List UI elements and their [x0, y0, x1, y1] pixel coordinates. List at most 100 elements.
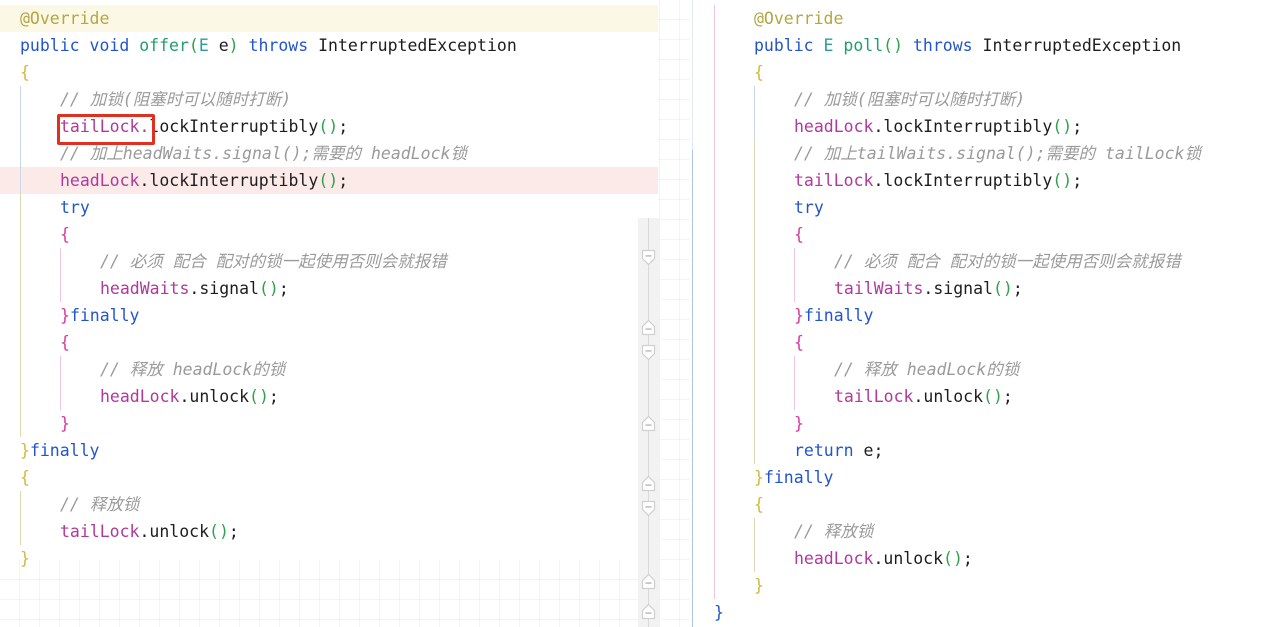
code-token: { — [754, 495, 764, 514]
code-token: finally — [763, 468, 834, 487]
code-token: . — [873, 117, 884, 136]
code-line-text: { — [0, 464, 658, 491]
fold-collapse-up-icon[interactable] — [638, 573, 659, 590]
code-line[interactable]: return e; — [690, 437, 1275, 464]
code-line-text: // 释放 headLock的锁 — [0, 356, 658, 383]
code-line[interactable]: tailLock.unlock(); — [0, 518, 658, 545]
code-token: } — [20, 549, 30, 568]
code-line[interactable]: // 加上headWaits.signal();需要的 headLock锁 — [0, 140, 658, 167]
code-line-text: { — [690, 491, 1275, 518]
code-line[interactable]: // 释放 headLock的锁 — [690, 356, 1275, 383]
fold-collapse-up-icon[interactable] — [638, 415, 659, 432]
code-line[interactable]: }finally — [0, 437, 658, 464]
code-line[interactable]: headLock.unlock(); — [690, 545, 1275, 572]
code-token: ; — [1012, 279, 1023, 298]
code-line-text: @Override — [0, 5, 658, 32]
code-token: lockInterruptibly — [149, 171, 319, 190]
code-line-text: { — [690, 221, 1275, 248]
code-line[interactable]: { — [690, 329, 1275, 356]
code-line[interactable]: headLock.lockInterruptibly(); — [0, 167, 658, 194]
code-line[interactable]: // 释放 headLock的锁 — [0, 356, 658, 383]
code-line-text: // 释放锁 — [0, 491, 658, 518]
code-token: e — [218, 36, 229, 55]
code-line[interactable]: } — [690, 410, 1275, 437]
code-token: } — [714, 603, 724, 622]
fold-collapse-up-icon[interactable] — [638, 319, 659, 336]
code-line-text: return e; — [690, 437, 1275, 464]
code-line[interactable]: }finally — [690, 464, 1275, 491]
fold-collapse-down-icon[interactable] — [638, 344, 659, 361]
right-pane-edge-rule — [692, 150, 693, 627]
code-line[interactable]: headLock.unlock(); — [0, 383, 658, 410]
code-token: ; — [962, 549, 973, 568]
code-line[interactable]: // 必须 配合 配对的锁一起使用否则会就报错 — [0, 248, 658, 275]
code-line[interactable]: tailLock.unlock(); — [690, 383, 1275, 410]
code-token: ( — [209, 522, 219, 541]
code-line[interactable]: @Override — [690, 5, 1275, 32]
code-token: ; — [228, 522, 239, 541]
code-line[interactable]: tailLock.lockInterruptibly(); — [690, 167, 1275, 194]
code-token: ( — [1052, 117, 1063, 136]
code-line-text: headLock.unlock(); — [0, 383, 658, 410]
code-line[interactable]: tailLock.lockInterruptibly(); — [0, 113, 658, 140]
code-line[interactable]: } — [690, 599, 1275, 626]
code-token: // 加锁(阻塞时可以随时打断) — [794, 90, 1026, 109]
code-token: lockInterruptibly — [883, 171, 1053, 190]
code-token: . — [189, 279, 200, 298]
code-token: ; — [338, 117, 349, 136]
code-line-text: // 加锁(阻塞时可以随时打断) — [690, 86, 1275, 113]
code-pane-offer[interactable]: @Override public void offer(E e) throws I… — [0, 0, 658, 627]
fold-collapse-down-icon[interactable] — [638, 249, 659, 266]
code-line[interactable]: headWaits.signal(); — [0, 275, 658, 302]
code-token: . — [139, 117, 150, 136]
code-line[interactable]: // 加锁(阻塞时可以随时打断) — [0, 86, 658, 113]
code-token: e — [863, 441, 874, 460]
code-line[interactable]: @Override — [0, 5, 658, 32]
code-line-text: } — [0, 545, 658, 572]
code-block-offer[interactable]: @Override public void offer(E e) throws I… — [0, 0, 658, 572]
code-line[interactable]: } — [690, 572, 1275, 599]
code-line[interactable]: try — [0, 194, 658, 221]
code-token: ) — [328, 117, 339, 136]
code-line[interactable]: { — [690, 491, 1275, 518]
code-line[interactable]: { — [0, 59, 658, 86]
code-pane-poll[interactable]: @Override public E poll() throws Interrup… — [690, 0, 1275, 627]
code-line[interactable]: try — [690, 194, 1275, 221]
code-token: { — [20, 468, 30, 487]
code-line[interactable]: { — [0, 329, 658, 356]
code-line[interactable]: { — [0, 464, 658, 491]
code-line[interactable]: // 必须 配合 配对的锁一起使用否则会就报错 — [690, 248, 1275, 275]
code-line[interactable]: public void offer(E e) throws Interrupte… — [0, 32, 658, 59]
code-line[interactable]: // 加上tailWaits.signal();需要的 tailLock锁 — [690, 140, 1275, 167]
code-line[interactable]: { — [0, 221, 658, 248]
code-line[interactable]: } — [0, 410, 658, 437]
code-token: throws — [248, 36, 309, 55]
code-line-text: try — [0, 194, 658, 221]
fold-collapse-up-icon[interactable] — [638, 475, 659, 492]
code-line[interactable]: }finally — [690, 302, 1275, 329]
code-token: ) — [268, 279, 279, 298]
code-token: throws — [912, 36, 973, 55]
code-token: ; — [278, 279, 289, 298]
code-block-poll[interactable]: @Override public E poll() throws Interrup… — [690, 0, 1275, 626]
fold-collapse-up-icon[interactable] — [638, 603, 659, 620]
code-token: ) — [258, 387, 269, 406]
code-line[interactable]: } — [0, 545, 658, 572]
code-token: { — [794, 225, 804, 244]
code-line[interactable]: // 释放锁 — [690, 518, 1275, 545]
code-folding-gutter[interactable] — [638, 218, 660, 627]
code-token: { — [20, 63, 30, 82]
code-line[interactable]: headLock.lockInterruptibly(); — [690, 113, 1275, 140]
fold-collapse-down-icon[interactable] — [638, 500, 659, 517]
code-line[interactable]: // 释放锁 — [0, 491, 658, 518]
code-line-text: { — [0, 221, 658, 248]
code-line[interactable]: // 加锁(阻塞时可以随时打断) — [690, 86, 1275, 113]
code-token: } — [60, 414, 70, 433]
code-line[interactable]: { — [690, 221, 1275, 248]
code-line[interactable]: tailWaits.signal(); — [690, 275, 1275, 302]
code-line[interactable]: { — [690, 59, 1275, 86]
code-line[interactable]: }finally — [0, 302, 658, 329]
code-line[interactable]: public E poll() throws InterruptedExcept… — [690, 32, 1275, 59]
